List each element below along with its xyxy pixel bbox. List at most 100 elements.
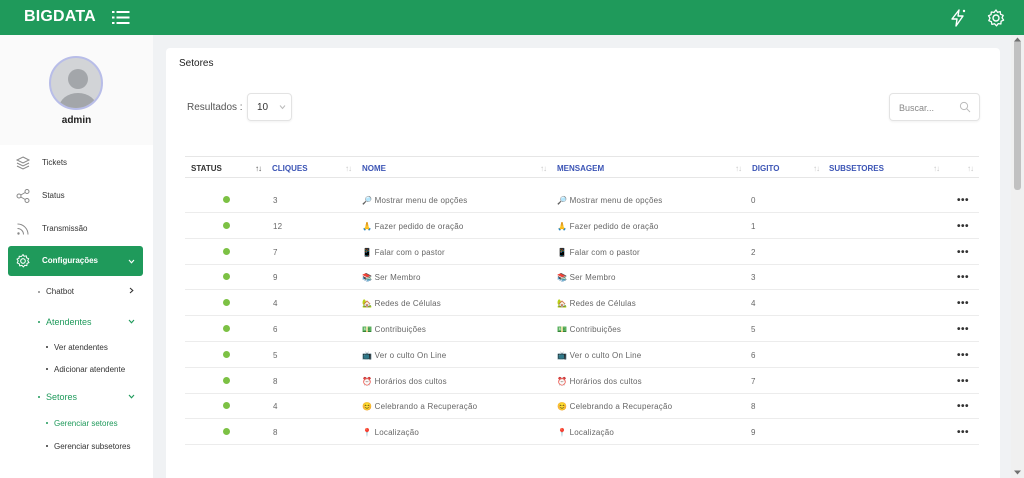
table-row: 6 💵 Contribuições 💵 Contribuições 5 ••• bbox=[185, 316, 979, 342]
cell-cliques: 9 bbox=[273, 273, 278, 283]
status-indicator bbox=[223, 350, 230, 358]
cell-digito: 6 bbox=[751, 350, 756, 360]
row-actions-button[interactable]: ••• bbox=[957, 376, 969, 387]
row-actions-button[interactable]: ••• bbox=[957, 427, 969, 438]
submenu-atendentes[interactable]: Atendentes bbox=[46, 317, 92, 327]
bullet-icon bbox=[46, 445, 48, 447]
results-label: Resultados : bbox=[187, 102, 243, 113]
row-actions-button[interactable]: ••• bbox=[957, 298, 969, 309]
scroll-up-icon[interactable] bbox=[1013, 36, 1022, 43]
cell-mensagem-text: Mostrar menu de opções bbox=[569, 196, 663, 205]
sort-icon[interactable]: ↑↓ bbox=[967, 164, 974, 173]
cell-digito: 7 bbox=[751, 376, 756, 386]
bullet-icon bbox=[38, 321, 40, 323]
cell-mensagem: 🙏 Fazer pedido de oração bbox=[557, 222, 659, 231]
cell-mensagem: 🏡 Redes de Células bbox=[557, 299, 636, 308]
sidebar-item-label: Configurações bbox=[42, 256, 99, 265]
status-indicator bbox=[223, 325, 230, 332]
cell-nome-text: Horários dos cultos bbox=[374, 376, 447, 386]
sort-icon[interactable]: ↑↓ bbox=[255, 164, 262, 173]
cell-mensagem-text: Redes de Células bbox=[569, 299, 636, 309]
cell-nome: 🙏 Fazer pedido de oração bbox=[362, 222, 464, 231]
table-row: 8 ⏰ Horários dos cultos ⏰ Horários dos cul… bbox=[185, 368, 979, 394]
search-icon bbox=[959, 101, 971, 113]
cell-cliques: 8 bbox=[273, 376, 278, 386]
cell-mensagem-text: Localização bbox=[569, 428, 615, 438]
cell-nome: 😊 Celebrando a Recuperação bbox=[362, 402, 477, 411]
cell-nome-text: Ser Membro bbox=[374, 273, 421, 283]
sidebar-item-status[interactable]: Status bbox=[8, 182, 143, 210]
cell-nome: 🏡 Redes de Células bbox=[362, 299, 441, 308]
submenu-gerenciar-setores[interactable]: Gerenciar setores bbox=[54, 419, 118, 428]
search-input[interactable]: Buscar... bbox=[889, 93, 980, 121]
top-bar: BIGDATA bbox=[0, 0, 1024, 35]
emoji-icon: 💵 bbox=[362, 325, 373, 334]
emoji-icon: 📺 bbox=[362, 350, 373, 360]
status-indicator bbox=[223, 196, 230, 203]
status-indicator bbox=[223, 428, 230, 436]
page-title: Setores bbox=[179, 58, 214, 69]
status-indicator bbox=[223, 402, 230, 410]
header-subsetores[interactable]: SUBSETORES bbox=[829, 164, 884, 173]
cell-digito: 2 bbox=[751, 247, 756, 257]
cell-nome: 🔎 Mostrar menu de opções bbox=[362, 196, 468, 205]
sort-icon[interactable]: ↑↓ bbox=[345, 164, 352, 173]
submenu-adicionar-atendente[interactable]: Adicionar atendente bbox=[54, 365, 125, 374]
bullet-icon bbox=[38, 396, 40, 398]
emoji-icon: 🙏 bbox=[557, 221, 568, 231]
table-row: 7 📱 Falar com o pastor 📱 Falar com o pasto… bbox=[185, 239, 979, 265]
lightning-icon[interactable] bbox=[948, 8, 968, 28]
cell-nome-text: Localização bbox=[374, 428, 420, 438]
sort-icon[interactable]: ↑↓ bbox=[735, 164, 742, 173]
cell-nome-text: Ver o culto On Line bbox=[374, 350, 447, 360]
cell-mensagem: 📚 Ser Membro bbox=[557, 273, 616, 282]
row-actions-button[interactable]: ••• bbox=[957, 350, 969, 361]
emoji-icon: ⏰ bbox=[362, 376, 373, 386]
row-actions-button[interactable]: ••• bbox=[957, 272, 969, 283]
avatar[interactable] bbox=[49, 56, 103, 110]
settings-icon[interactable] bbox=[986, 8, 1006, 28]
cell-mensagem-text: Falar com o pastor bbox=[569, 247, 640, 257]
sidebar-item-configuracoes[interactable]: Configurações bbox=[8, 246, 143, 276]
scrollbar-thumb[interactable] bbox=[1014, 40, 1021, 190]
sort-icon[interactable]: ↑↓ bbox=[540, 164, 547, 173]
cell-mensagem-text: Fazer pedido de oração bbox=[569, 221, 659, 231]
header-digito[interactable]: DIGITO bbox=[752, 164, 779, 173]
emoji-icon: 😊 bbox=[362, 402, 373, 412]
menu-toggle-icon[interactable] bbox=[112, 9, 130, 26]
row-actions-button[interactable]: ••• bbox=[957, 195, 969, 206]
emoji-icon: 📍 bbox=[557, 428, 568, 438]
emoji-icon: 🙏 bbox=[362, 221, 373, 231]
chevron-down-icon[interactable] bbox=[128, 318, 135, 325]
row-actions-button[interactable]: ••• bbox=[957, 401, 969, 412]
row-actions-button[interactable]: ••• bbox=[957, 324, 969, 335]
cell-nome: 📱 Falar com o pastor bbox=[362, 248, 445, 257]
header-mensagem[interactable]: MENSAGEM bbox=[557, 164, 604, 173]
sort-icon[interactable]: ↑↓ bbox=[933, 164, 940, 173]
header-nome[interactable]: NOME bbox=[362, 164, 386, 173]
sidebar-item-transmissao[interactable]: Transmissão bbox=[8, 215, 143, 243]
chevron-down-icon[interactable] bbox=[128, 393, 135, 400]
submenu-ver-atendentes[interactable]: Ver atendentes bbox=[54, 343, 108, 352]
row-actions-button[interactable]: ••• bbox=[957, 221, 969, 232]
submenu-chatbot[interactable]: Chatbot bbox=[46, 287, 74, 296]
row-actions-button[interactable]: ••• bbox=[957, 247, 969, 258]
results-per-page-select[interactable]: 10 bbox=[247, 93, 292, 121]
brand-logo[interactable]: BIGDATA bbox=[24, 8, 96, 26]
submenu-gerenciar-subsetores[interactable]: Gerenciar subsetores bbox=[54, 442, 130, 451]
username: admin bbox=[61, 115, 92, 126]
chevron-right-icon[interactable] bbox=[128, 287, 135, 294]
results-per-page-value: 10 bbox=[257, 102, 269, 113]
scroll-down-icon[interactable] bbox=[1013, 469, 1022, 476]
submenu-setores[interactable]: Setores bbox=[46, 392, 77, 402]
header-status[interactable]: STATUS bbox=[191, 164, 222, 173]
cell-digito: 4 bbox=[751, 299, 756, 309]
header-cliques[interactable]: CLIQUES bbox=[272, 164, 308, 173]
sidebar: admin Tickets Status Transmissão Configu… bbox=[0, 35, 153, 478]
table-row: 12 🙏 Fazer pedido de oração 🙏 Fazer pedido… bbox=[185, 213, 979, 239]
cell-cliques: 4 bbox=[273, 299, 278, 309]
emoji-icon: 🏡 bbox=[557, 299, 568, 309]
sort-icon[interactable]: ↑↓ bbox=[813, 164, 820, 173]
cell-cliques: 5 bbox=[273, 350, 278, 360]
sidebar-item-tickets[interactable]: Tickets bbox=[8, 149, 143, 177]
